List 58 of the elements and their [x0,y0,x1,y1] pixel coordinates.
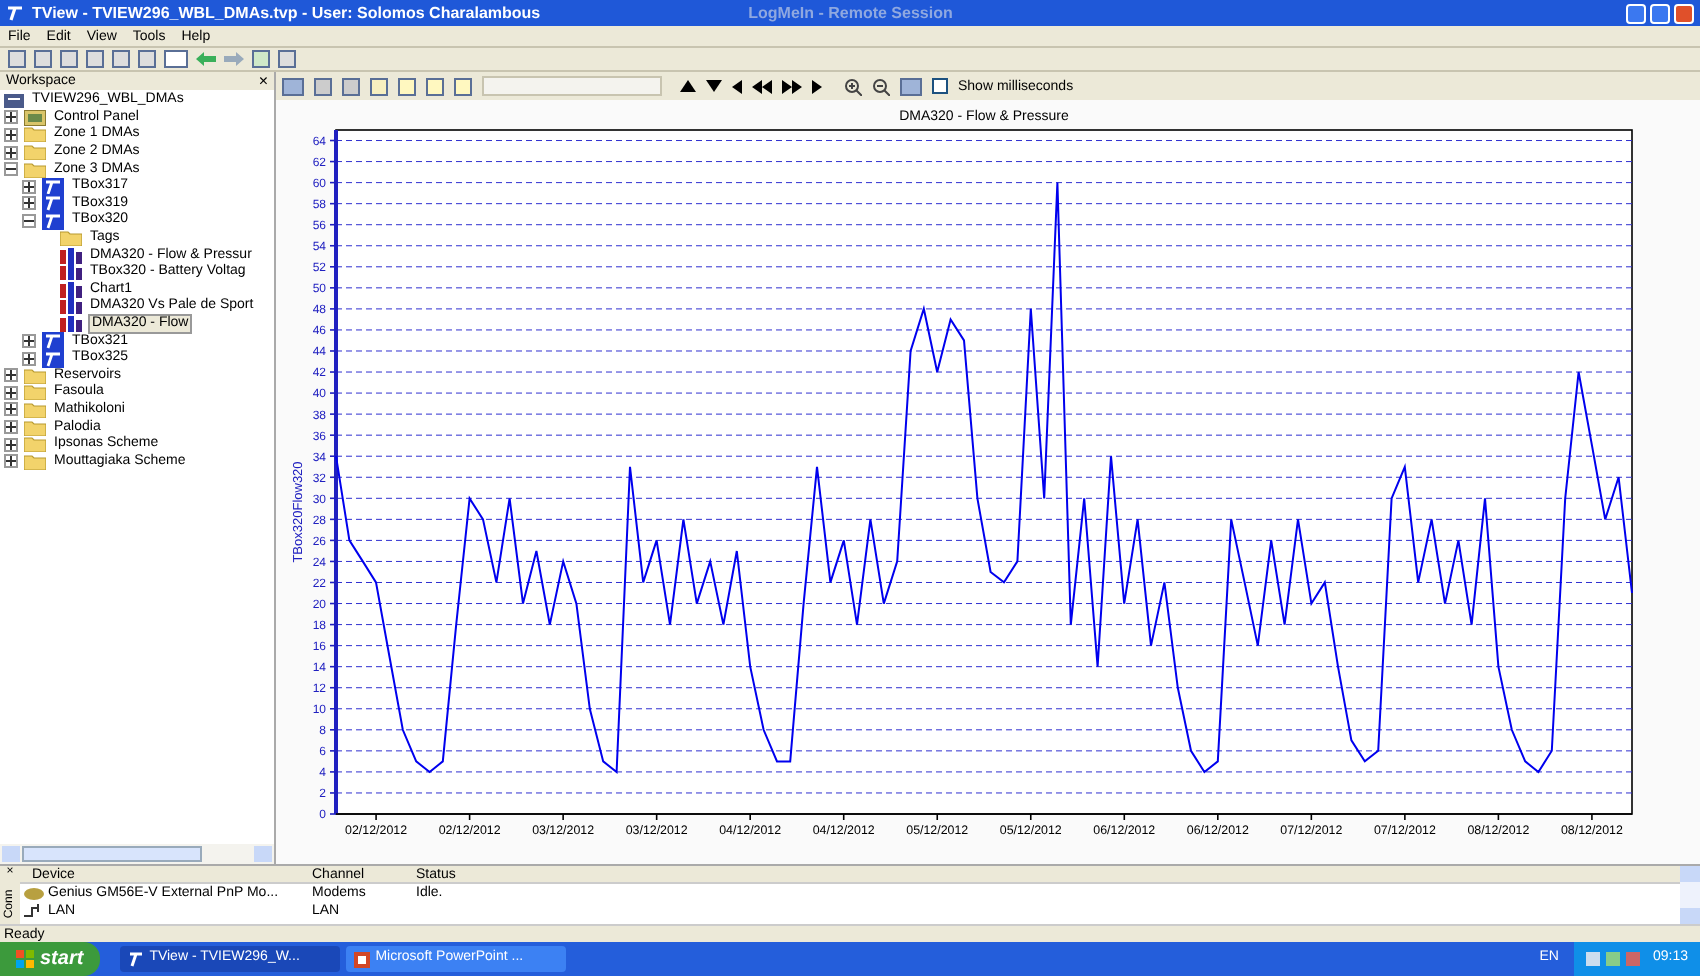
expander[interactable] [4,385,18,400]
zoom-in-icon[interactable] [844,77,862,95]
tbox-icon [42,332,64,351]
down-triangle-icon[interactable] [706,79,722,91]
double-left-icon[interactable] [752,79,772,93]
left-triangle-icon[interactable] [732,79,742,93]
up-triangle-icon[interactable] [680,79,696,91]
folder-icon [24,161,46,178]
app-logo-icon [127,951,144,967]
expander[interactable] [22,334,36,349]
remote-session-label: LogMeIn - Remote Session [748,1,953,25]
bar-chart-icon [60,281,82,298]
expander[interactable] [22,179,36,194]
expander[interactable] [22,351,36,366]
folder-icon [24,436,46,453]
tbox-icon [42,177,64,196]
right-triangle-icon[interactable] [812,79,822,93]
folder-icon [60,230,82,247]
app-logo-icon [6,4,24,22]
folder-icon [24,453,46,470]
zoom-out-icon[interactable] [872,77,890,95]
close-button[interactable]: × [258,73,268,89]
modem-icon [24,886,44,900]
expander[interactable] [4,127,18,142]
expander[interactable] [4,420,18,435]
windows-logo-icon [16,950,34,968]
expander[interactable] [4,110,18,125]
bar-chart-icon [60,264,82,281]
close-button[interactable] [1674,3,1694,23]
expander[interactable] [4,162,18,177]
window-title: TView - TVIEW296_WBL_DMAs.tvp - User: Solomos Charalambous [32,1,541,25]
expander[interactable] [4,368,18,383]
folder-icon [24,419,46,436]
bar-chart-icon [60,298,82,315]
expander[interactable] [4,437,18,452]
expander[interactable] [4,145,18,160]
expander[interactable] [22,213,36,228]
presentation-icon [353,951,370,967]
folder-icon [24,384,46,401]
horizontal-scrollbar[interactable] [0,844,274,864]
expander[interactable] [22,196,36,211]
tbox-icon [42,194,64,213]
minimize-button[interactable] [1626,3,1646,23]
folder-icon [24,126,46,143]
milliseconds-checkbox[interactable] [932,78,948,94]
expander[interactable] [4,454,18,469]
expander[interactable] [4,402,18,417]
double-right-icon[interactable] [782,79,802,93]
maximize-button[interactable] [1650,3,1670,23]
bar-chart-icon [60,316,82,333]
folder-icon [24,401,46,418]
folder-icon [24,367,46,384]
bar-chart-icon [60,247,82,264]
scroll-thumb[interactable] [22,846,202,862]
folder-icon [24,144,46,161]
panel-icon [24,109,46,126]
network-icon [24,904,44,918]
start-button[interactable]: start [0,942,100,976]
